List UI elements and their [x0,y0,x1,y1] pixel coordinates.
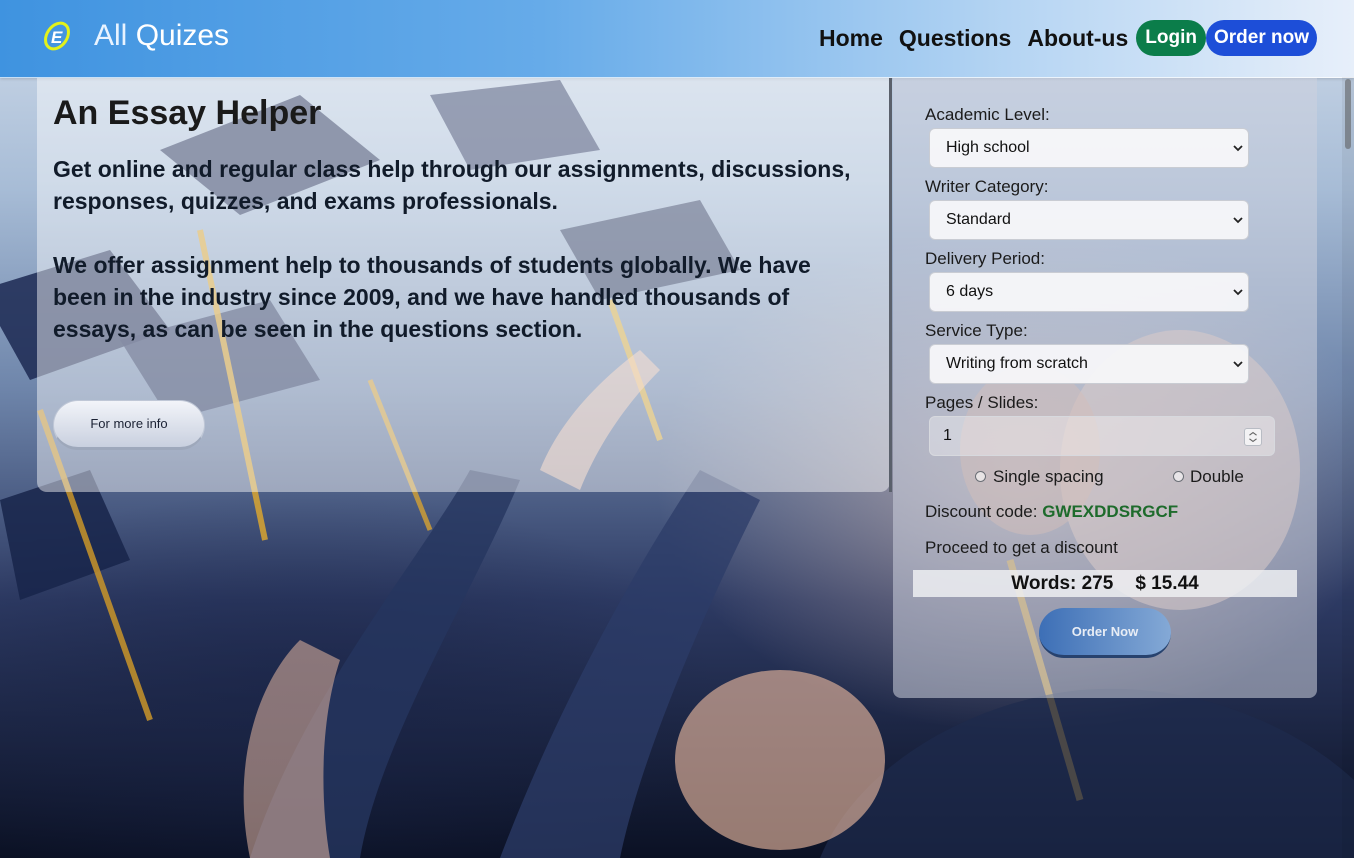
brand-name-first: All [94,19,128,52]
order-now-button[interactable]: Order Now [1039,608,1171,658]
chevron-down-icon [1233,145,1243,152]
service-type-label: Service Type: [925,321,1028,340]
discount-row: Discount code: GWEXDDSRGCF [925,502,1178,522]
double-spacing-label[interactable]: Double [1190,467,1244,487]
brand-name-second: Quizes [135,19,230,52]
discount-label: Discount code: [925,502,1038,521]
order-form-panel: Academic Level: High school Writer Categ… [893,78,1317,698]
writer-category-label: Writer Category: [925,177,1049,196]
chevron-down-icon [1233,289,1243,296]
academic-level-select[interactable]: High school [929,128,1249,168]
page-scrollbar[interactable] [1342,77,1354,858]
price-summary-bar: Words: 275 $ 15.44 [913,570,1297,597]
double-spacing-radio[interactable] [1173,471,1184,482]
hero-paragraph-1: Get online and regular class help throug… [53,156,851,214]
discount-code: GWEXDDSRGCF [1042,502,1179,521]
delivery-period-select[interactable]: 6 days [929,272,1249,312]
writer-category-select[interactable]: Standard [929,200,1249,240]
brand[interactable]: E All Quizes [40,16,229,56]
nav-questions-link[interactable]: Questions [899,20,1011,56]
single-spacing-radio[interactable] [975,471,986,482]
chevron-down-icon [1233,361,1243,368]
vertical-divider [889,78,892,492]
proceed-discount-text: Proceed to get a discount [925,538,1118,557]
e-ring-logo-icon: E [44,21,70,51]
price-total: $ 15.44 [1135,573,1199,594]
delivery-period-value: 6 days [946,283,994,300]
nav-about-link[interactable]: About-us [1027,20,1128,56]
more-info-button[interactable]: For more info [53,400,205,450]
pages-value: 1 [943,427,952,444]
hero-card: An Essay Helper Get online and regular c… [37,78,890,492]
number-stepper-icon[interactable] [1244,428,1262,446]
hero-paragraph-2: We offer assignment help to thousands of… [53,252,811,342]
academic-level-value: High school [946,139,1030,156]
pages-input[interactable]: 1 [929,416,1275,456]
order-now-nav-button[interactable]: Order now [1205,20,1317,56]
scrollbar-thumb[interactable] [1345,79,1351,149]
service-type-select[interactable]: Writing from scratch [929,344,1249,384]
login-button[interactable]: Login [1136,20,1206,56]
pages-label: Pages / Slides: [925,393,1039,412]
svg-text:E: E [51,28,63,47]
delivery-period-label: Delivery Period: [925,249,1045,268]
nav-home-link[interactable]: Home [819,20,883,56]
academic-level-label: Academic Level: [925,105,1050,124]
word-count: Words: 275 [1011,573,1114,594]
service-type-value: Writing from scratch [946,355,1088,372]
top-navbar: E All Quizes Home Questions About-us Log… [0,0,1354,78]
brand-name: All Quizes [94,16,229,56]
page: E All Quizes Home Questions About-us Log… [0,0,1354,858]
chevron-down-icon [1233,217,1243,224]
hero-title: An Essay Helper [53,94,322,132]
nav-menu: Home Questions About-us Login Order now [819,20,1317,56]
single-spacing-label[interactable]: Single spacing [993,467,1104,487]
writer-category-value: Standard [946,211,1011,228]
